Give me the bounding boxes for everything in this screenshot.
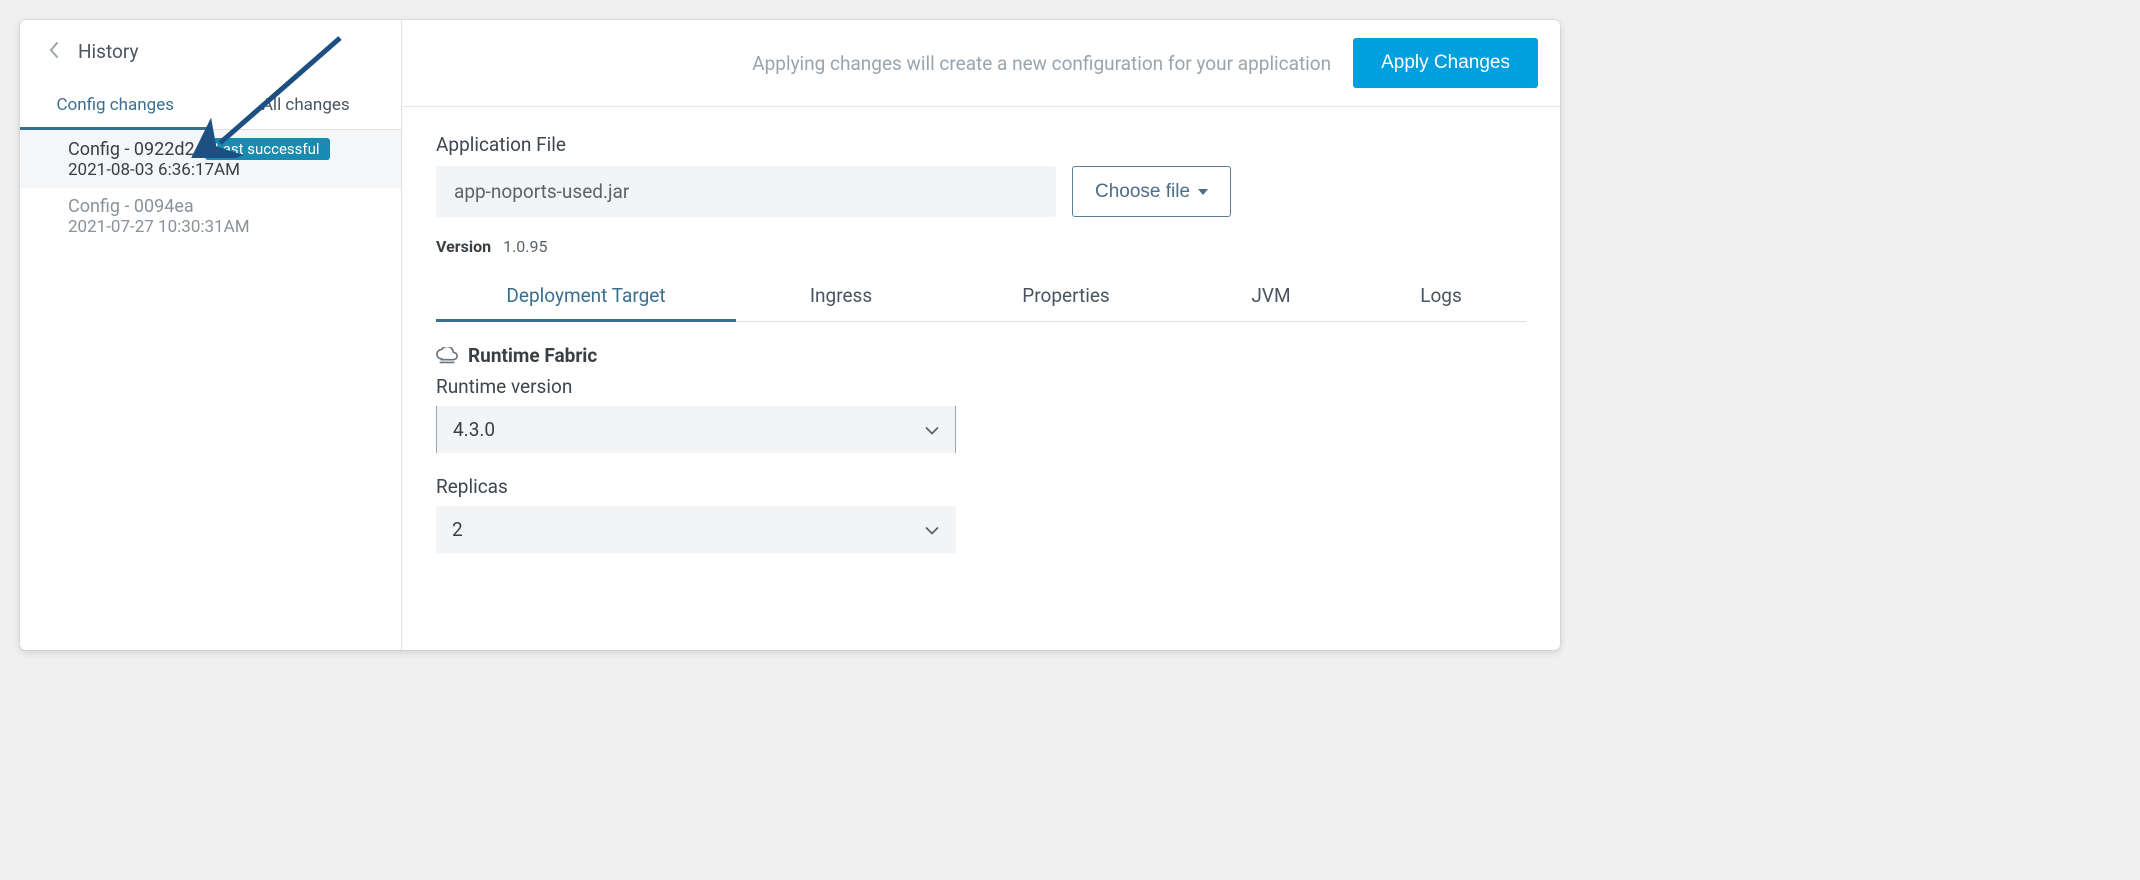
choose-file-label: Choose file xyxy=(1095,181,1190,203)
tab-jvm[interactable]: JVM xyxy=(1186,270,1356,321)
replicas-label: Replicas xyxy=(436,475,1526,498)
apply-changes-button[interactable]: Apply Changes xyxy=(1353,38,1538,88)
topbar: Applying changes will create a new confi… xyxy=(402,20,1560,107)
history-item-date: 2021-07-27 10:30:31AM xyxy=(68,217,381,237)
tab-label: JVM xyxy=(1251,284,1290,307)
main-tabs: Deployment Target Ingress Properties JVM… xyxy=(436,270,1526,322)
tab-ingress[interactable]: Ingress xyxy=(736,270,946,321)
history-item-name: Config - 0922d2 xyxy=(68,139,195,160)
sidebar-title: History xyxy=(78,40,138,63)
caret-down-icon xyxy=(1198,189,1208,195)
replicas-value: 2 xyxy=(436,506,956,553)
tab-label: Config changes xyxy=(56,95,174,115)
history-item[interactable]: Config - 0922d2 Last successful 2021-08-… xyxy=(20,130,401,188)
application-file-label: Application File xyxy=(436,133,1526,156)
application-file-value: app-noports-used.jar xyxy=(436,166,1056,217)
runtime-version-label: Runtime version xyxy=(436,375,1526,398)
tab-label: All changes xyxy=(262,95,350,115)
tab-label: Logs xyxy=(1420,284,1462,307)
tab-deployment-target[interactable]: Deployment Target xyxy=(436,270,736,321)
sidebar-tabs: Config changes All changes xyxy=(20,81,401,130)
history-item-date: 2021-08-03 6:36:17AM xyxy=(68,160,381,180)
apply-hint-text: Applying changes will create a new confi… xyxy=(752,52,1331,75)
replicas-select[interactable]: 2 xyxy=(436,506,956,553)
runtime-fabric-icon xyxy=(436,347,458,365)
tab-all-changes[interactable]: All changes xyxy=(211,81,402,129)
sidebar-header: History xyxy=(20,20,401,81)
tab-logs[interactable]: Logs xyxy=(1356,270,1526,321)
tab-label: Deployment Target xyxy=(506,284,665,307)
tab-label: Ingress xyxy=(810,284,872,307)
version-value: 1.0.95 xyxy=(503,237,547,256)
runtime-fabric-title: Runtime Fabric xyxy=(468,344,597,367)
content-area: Application File app-noports-used.jar Ch… xyxy=(402,107,1560,595)
main-panel: Applying changes will create a new confi… xyxy=(402,20,1560,650)
choose-file-button[interactable]: Choose file xyxy=(1072,166,1231,217)
config-history-panel: History Config changes All changes Confi… xyxy=(20,20,1560,650)
history-item-name: Config - 0094ea xyxy=(68,196,194,217)
history-sidebar: History Config changes All changes Confi… xyxy=(20,20,402,650)
application-file-row: app-noports-used.jar Choose file xyxy=(436,166,1526,217)
version-row: Version 1.0.95 xyxy=(436,237,1526,256)
version-label: Version xyxy=(436,237,491,256)
back-chevron-icon[interactable] xyxy=(48,41,60,62)
tab-config-changes[interactable]: Config changes xyxy=(20,81,211,129)
runtime-version-select[interactable]: 4.3.0 xyxy=(436,406,956,453)
status-badge: Last successful xyxy=(205,138,330,160)
runtime-version-value: 4.3.0 xyxy=(436,406,956,453)
history-item[interactable]: Config - 0094ea 2021-07-27 10:30:31AM xyxy=(20,188,401,245)
runtime-fabric-header: Runtime Fabric xyxy=(436,344,1526,367)
history-list: Config - 0922d2 Last successful 2021-08-… xyxy=(20,130,401,245)
tab-properties[interactable]: Properties xyxy=(946,270,1186,321)
tab-label: Properties xyxy=(1022,284,1109,307)
